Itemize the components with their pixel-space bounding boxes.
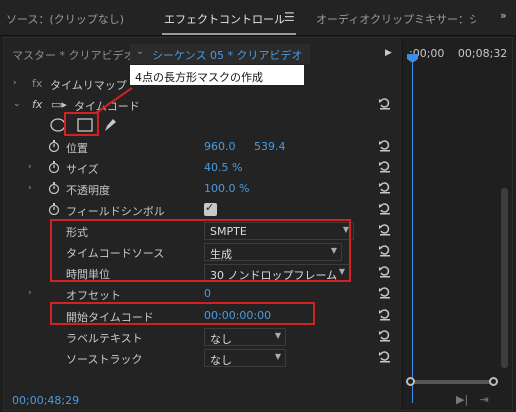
play-triangle-icon[interactable]: ▶ [385, 48, 392, 58]
export-icon[interactable]: ⇥ [480, 393, 489, 406]
hamburger-menu-icon[interactable]: ☰ [284, 10, 295, 24]
fx-icon: fx [32, 77, 43, 90]
zoom-handle-right[interactable] [489, 377, 498, 386]
effect-name: タイムリマップ [50, 79, 127, 92]
playhead-icon[interactable] [407, 54, 418, 63]
chevron-down-icon: ⌄ [136, 46, 145, 57]
property-row-size: › サイズ 40.5 % [4, 158, 402, 178]
sequence-clip-label: シーケンス 05 * クリアビデオ [152, 49, 303, 62]
stopwatch-icon[interactable] [48, 161, 60, 173]
chevron-down-icon[interactable]: ⌄ [13, 99, 21, 109]
reset-icon[interactable] [378, 138, 392, 152]
chevron-down-icon: ▼ [274, 352, 281, 361]
stopwatch-icon[interactable] [48, 140, 60, 152]
panel-tab-bar: ソース：(クリップなし) エフェクトコントロール ☰ オーディオクリップミキサー… [0, 0, 516, 36]
annotation-text: 4点の長方形マスクの作成 [135, 71, 263, 84]
sequence-clip-selector[interactable]: ⌄ シーケンス 05 * クリアビデオ [130, 44, 310, 64]
tab-source[interactable]: ソース：(クリップなし) [6, 11, 124, 27]
mini-timeline[interactable]: ;00;00 00;08;32 [402, 38, 512, 410]
property-row-field-symbol: フィールドシンボル ✓ [4, 200, 402, 220]
reset-icon[interactable] [378, 243, 392, 257]
property-label: ラベルテキスト [66, 332, 143, 345]
property-row-position: 位置 960.0 539.4 [4, 137, 402, 157]
property-row-offset: › オフセット 0 [4, 284, 402, 304]
zoom-handle-left[interactable] [406, 377, 415, 386]
property-label: 不透明度 [66, 184, 110, 197]
property-label: オフセット [66, 289, 121, 302]
reset-icon[interactable] [378, 222, 392, 236]
opacity-value[interactable]: 100.0 % [204, 182, 249, 195]
reset-icon[interactable] [378, 307, 392, 321]
annotation-callout: 4点の長方形マスクの作成 [129, 64, 305, 86]
property-label: ソーストラック [66, 353, 143, 366]
dropdown-value: なし [210, 333, 232, 346]
settings-highlight [50, 219, 351, 282]
current-timecode[interactable]: 00;00;48;29 [12, 394, 79, 407]
reset-icon[interactable] [378, 96, 392, 110]
offset-value[interactable]: 0 [204, 287, 211, 300]
property-label: フィールドシンボル [66, 205, 165, 218]
playhead-line [412, 63, 413, 403]
checkmark-icon: ✓ [205, 201, 215, 214]
reset-icon[interactable] [378, 328, 392, 342]
pen-mask-icon[interactable] [102, 117, 118, 133]
fx-toggle-icon[interactable]: fx [32, 98, 42, 111]
reset-icon[interactable] [378, 180, 392, 194]
property-label: サイズ [66, 163, 99, 176]
play-only-audio-icon[interactable]: ▶| [456, 393, 468, 406]
chevron-down-icon: ▼ [274, 331, 281, 340]
label-text-dropdown[interactable]: なし ▼ [204, 328, 286, 346]
timeline-ruler-times: ;00;00 00;08;32 [409, 47, 507, 60]
transform-icon: ▭▸ [51, 98, 67, 111]
clip-header: マスター * クリアビデオ ⌄ シーケンス 05 * クリアビデオ ▶ [4, 44, 402, 64]
chevron-right-icon[interactable]: › [13, 78, 17, 88]
chevron-right-icon[interactable]: › [28, 288, 32, 298]
reset-icon[interactable] [378, 349, 392, 363]
position-y-value[interactable]: 539.4 [254, 140, 286, 153]
property-row-opacity: › 不透明度 100.0 % [4, 179, 402, 199]
chevron-right-icon[interactable]: › [28, 183, 32, 193]
chevron-right-icon[interactable]: › [28, 162, 32, 172]
reset-icon[interactable] [378, 201, 392, 215]
stopwatch-icon[interactable] [48, 203, 60, 215]
vertical-scrollbar[interactable] [501, 188, 508, 368]
property-row-source-track: ソーストラック なし ▼ [4, 348, 402, 368]
start-timecode-highlight [50, 302, 315, 325]
zoom-scrollbar[interactable] [411, 380, 495, 384]
reset-icon[interactable] [378, 159, 392, 173]
position-x-value[interactable]: 960.0 [204, 140, 236, 153]
property-label: 位置 [66, 142, 88, 155]
reset-icon[interactable] [378, 285, 392, 299]
double-chevron-right-icon[interactable]: » [500, 9, 507, 22]
field-symbol-checkbox[interactable]: ✓ [204, 201, 217, 216]
stopwatch-icon[interactable] [48, 182, 60, 194]
property-row-label-text: ラベルテキスト なし ▼ [4, 327, 402, 347]
tab-audio-clip-mixer[interactable]: オーディオクリップミキサー：シー [316, 11, 476, 27]
mask-tool-highlight [64, 112, 99, 136]
active-tab-indicator [162, 33, 296, 35]
timeline-time-end: 00;08;32 [457, 47, 508, 60]
source-track-dropdown[interactable]: なし ▼ [204, 349, 286, 367]
tab-effect-controls[interactable]: エフェクトコントロール [164, 11, 285, 27]
size-value[interactable]: 40.5 % [204, 161, 242, 174]
reset-icon[interactable] [378, 264, 392, 278]
master-clip-label[interactable]: マスター * クリアビデオ [12, 47, 135, 63]
footer-tool-icons: ▶| ⇥ [456, 393, 489, 406]
dropdown-value: なし [210, 354, 232, 367]
